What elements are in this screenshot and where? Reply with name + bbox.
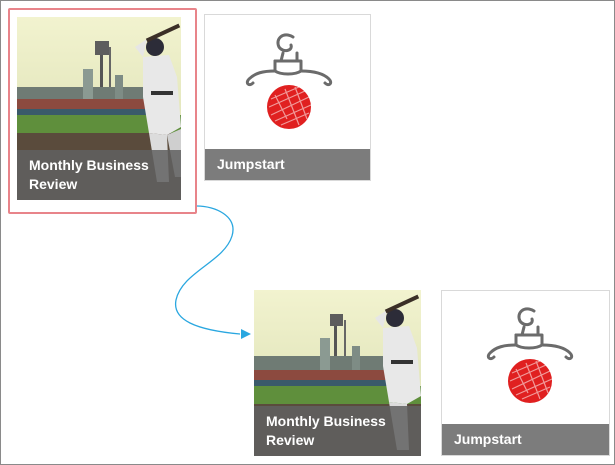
jumpstart-logo [486,307,574,403]
tile-title: Jumpstart [442,424,609,455]
tile-monthly-business-review-copy[interactable]: Monthly Business Review [254,290,421,456]
tile-jumpstart-copy[interactable]: Jumpstart [441,290,610,456]
tile-title: Monthly Business Review [254,406,421,456]
